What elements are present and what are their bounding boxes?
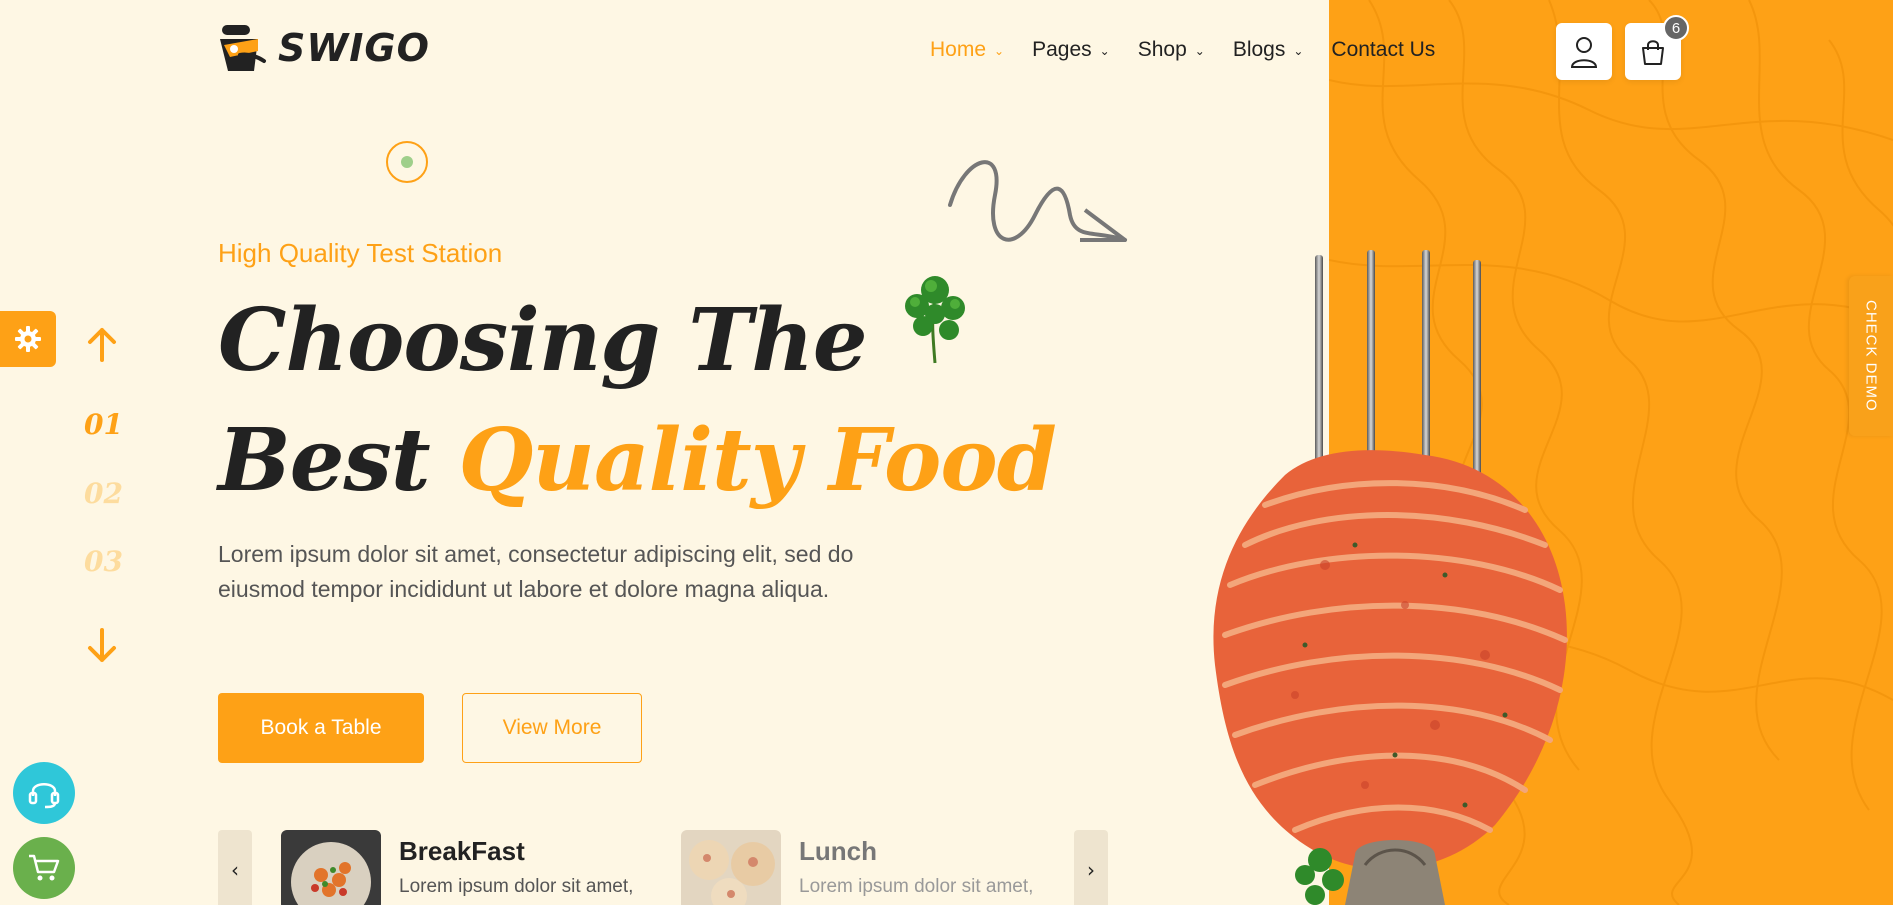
cart-count-badge: 6 — [1663, 15, 1689, 41]
floating-cart-button[interactable] — [13, 837, 75, 899]
user-icon — [1570, 36, 1598, 68]
cart-icon — [29, 854, 60, 881]
breakfast-image — [281, 830, 381, 905]
nav-item-shop[interactable]: Shop ⌄ — [1138, 38, 1205, 62]
hero-headline-line2: Best Quality Food — [218, 410, 1057, 511]
hero-headline-line1: Choosing The — [218, 290, 868, 391]
support-button[interactable] — [13, 762, 75, 824]
slide-number-03[interactable]: 03 — [84, 545, 123, 578]
pasta-fork-image — [1213, 250, 1568, 905]
bag-icon — [1642, 39, 1664, 65]
cards-prev-button[interactable]: ‹ — [218, 830, 252, 905]
nav-item-blogs[interactable]: Blogs ⌄ — [1233, 38, 1304, 62]
lunch-description: Lorem ipsum dolor sit amet, — [799, 876, 1034, 897]
hero-description: Lorem ipsum dolor sit amet, consectetur … — [218, 541, 854, 602]
nav-item-pages[interactable]: Pages ⌄ — [1032, 38, 1110, 62]
chevron-down-icon: ⌄ — [994, 44, 1005, 58]
main-nav: Home ⌄ Pages ⌄ Shop ⌄ Blogs ⌄ Contact Us — [930, 38, 1435, 62]
chevron-right-icon: › — [1087, 858, 1095, 882]
slide-number-01[interactable]: 01 — [84, 408, 123, 441]
breakfast-title[interactable]: BreakFast — [399, 836, 525, 867]
chevron-down-icon: ⌄ — [1194, 44, 1205, 58]
slide-up-arrow-icon[interactable] — [84, 324, 120, 364]
settings-tab[interactable] — [0, 311, 56, 367]
check-demo-tab[interactable]: CHECK DEMO — [1849, 276, 1893, 436]
chevron-left-icon: ‹ — [231, 858, 239, 882]
headset-icon — [28, 783, 60, 809]
book-table-button[interactable]: Book a Table — [218, 693, 424, 763]
brand-logo[interactable]: SWIGO — [218, 20, 430, 76]
slide-down-arrow-icon[interactable] — [84, 626, 120, 666]
cart-button[interactable]: 6 — [1625, 15, 1689, 80]
cards-next-button[interactable]: › — [1074, 830, 1108, 905]
chevron-down-icon: ⌄ — [1293, 44, 1304, 58]
slide-number-02[interactable]: 02 — [84, 477, 123, 510]
nav-item-label: Blogs — [1232, 38, 1286, 61]
brand-name: SWIGO — [278, 26, 430, 70]
nav-item-contact[interactable]: Contact Us — [1331, 38, 1435, 62]
nav-item-label: Shop — [1137, 38, 1187, 61]
headline-plain-text: Best — [218, 410, 431, 511]
gear-icon — [15, 326, 41, 352]
check-demo-label: CHECK DEMO — [1862, 300, 1880, 412]
squiggle-arrow-icon — [948, 160, 1127, 242]
headline-highlight-text: Quality Food — [458, 410, 1057, 511]
view-more-button[interactable]: View More — [462, 693, 642, 763]
user-account-button[interactable] — [1556, 23, 1612, 80]
decorative-dot-ring — [386, 141, 428, 183]
chevron-down-icon: ⌄ — [1099, 44, 1110, 58]
lunch-title[interactable]: Lunch — [799, 836, 877, 867]
nav-item-label: Contact Us — [1331, 38, 1436, 61]
lunch-image — [681, 830, 781, 905]
nav-item-label: Home — [930, 38, 987, 61]
breakfast-description: Lorem ipsum dolor sit amet, — [399, 876, 634, 897]
nav-item-label: Pages — [1032, 38, 1092, 61]
parsley-leaf-image — [905, 276, 965, 364]
chef-pot-icon — [220, 25, 266, 71]
hero-subtitle: High Quality Test Station — [218, 238, 503, 268]
nav-item-home[interactable]: Home ⌄ — [930, 38, 1004, 62]
